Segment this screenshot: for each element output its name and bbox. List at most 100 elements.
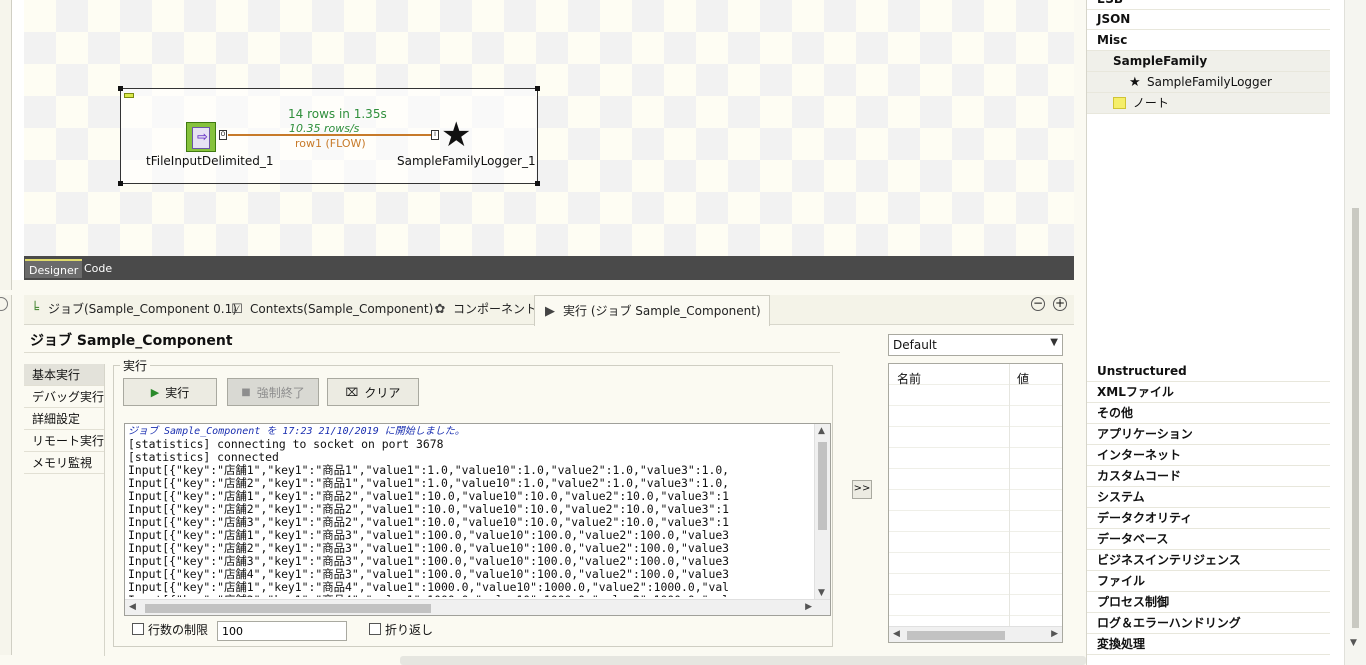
divider xyxy=(104,364,105,656)
tab-job-label: ジョブ(Sample_Component 0.1) xyxy=(48,302,237,316)
scroll-left-icon[interactable]: ◀ xyxy=(129,602,136,612)
palette-item[interactable]: データベース xyxy=(1087,529,1330,550)
palette-item[interactable]: 変換処理 xyxy=(1087,634,1330,655)
palette-item[interactable]: Unstructured xyxy=(1087,361,1330,382)
kill-button-label: 強制終了 xyxy=(256,385,305,400)
side-menu-basic-run[interactable]: 基本実行 xyxy=(24,364,105,386)
palette-item[interactable]: その他 xyxy=(1087,403,1330,424)
console-output[interactable]: ジョブ Sample_Component を 17:23 21/10/2019 … xyxy=(124,423,831,616)
palette-item[interactable]: ログ＆エラーハンドリング xyxy=(1087,613,1330,634)
tab-run[interactable]: ▶ 実行 (ジョブ Sample_Component) xyxy=(534,295,770,326)
palette-item-json[interactable]: JSON xyxy=(1087,9,1330,30)
context-select-value: Default xyxy=(893,338,937,352)
output-port[interactable]: O xyxy=(219,130,227,140)
palette-item[interactable]: XMLファイル xyxy=(1087,382,1330,403)
contexts-icon: ☑ xyxy=(231,302,243,317)
run-button-label: 実行 xyxy=(165,385,190,400)
limit-rows-checkbox[interactable] xyxy=(132,623,144,635)
component1-label[interactable]: tFileInputDelimited_1 xyxy=(146,154,274,168)
scroll-thumb[interactable] xyxy=(907,631,1005,640)
tab-job[interactable]: ╘ ジョブ(Sample_Component 0.1) xyxy=(28,295,237,324)
play-icon: ▶ xyxy=(150,385,160,399)
clear-icon: ⌧ xyxy=(345,385,359,399)
tab-contexts-label: Contexts(Sample_Component) xyxy=(250,302,434,316)
palette-item[interactable]: システム xyxy=(1087,487,1330,508)
context-table[interactable]: 名前 値 ◀ ▶ xyxy=(888,363,1063,643)
clear-button[interactable]: ⌧ クリア xyxy=(327,378,419,406)
subjob-box[interactable] xyxy=(118,86,540,186)
maximize-view-icon[interactable]: + xyxy=(1053,297,1067,311)
palette-item-samplefamily[interactable]: SampleFamily xyxy=(1087,51,1330,72)
flow-row-stats: 14 rows in 1.35s xyxy=(288,107,387,121)
tab-component-label: コンポーネント xyxy=(453,302,538,316)
palette-item[interactable]: ビジネスインテリジェンス xyxy=(1087,550,1330,571)
side-menu-advanced[interactable]: 詳細設定 xyxy=(24,408,105,430)
palette-item[interactable]: プロセス制御 xyxy=(1087,592,1330,613)
palette-item[interactable]: ファイル xyxy=(1087,571,1330,592)
tab-run-label: 実行 (ジョブ Sample_Component) xyxy=(563,303,761,318)
column-header-name[interactable]: 名前 xyxy=(897,370,921,387)
note-icon xyxy=(1113,97,1126,109)
palette-item-note[interactable]: ノート xyxy=(1087,93,1330,114)
context-select[interactable]: Default ▼ xyxy=(888,334,1063,356)
scroll-thumb[interactable] xyxy=(145,604,431,613)
palette-scrollbar[interactable] xyxy=(1344,0,1366,665)
console-vertical-scrollbar[interactable]: ▲ ▼ xyxy=(814,424,830,600)
minimize-view-icon[interactable]: − xyxy=(1031,297,1045,311)
palette-item[interactable]: アプリケーション xyxy=(1087,424,1330,445)
scroll-right-icon[interactable]: ▶ xyxy=(805,602,812,612)
palette-item[interactable]: データクオリティ xyxy=(1087,508,1330,529)
resize-handle[interactable] xyxy=(535,181,540,186)
palette-item-misc[interactable]: Misc xyxy=(1087,30,1330,51)
palette-icon: ✿ xyxy=(434,302,446,317)
view-tab-bar: ╘ ジョブ(Sample_Component 0.1) ☑ Contexts(S… xyxy=(24,295,1074,326)
scroll-thumb[interactable] xyxy=(1352,208,1359,628)
tab-code[interactable]: Code xyxy=(80,259,116,278)
palette-item[interactable]: インターネット xyxy=(1087,445,1330,466)
execution-group-legend: 実行 xyxy=(120,357,151,374)
side-menu-remote-run[interactable]: リモート実行 xyxy=(24,430,105,452)
run-button[interactable]: ▶ 実行 xyxy=(123,378,217,406)
resize-handle[interactable] xyxy=(118,86,123,91)
tab-contexts[interactable]: ☑ Contexts(Sample_Component) xyxy=(230,295,433,324)
palette-item-samplefamilylogger[interactable]: ★ SampleFamilyLogger xyxy=(1087,72,1330,93)
left-panel-strip xyxy=(0,0,12,290)
main-horizontal-scrollbar[interactable] xyxy=(400,656,1086,665)
input-port[interactable]: I xyxy=(431,130,439,140)
component-palette: ESB JSON Misc SampleFamily ★ SampleFamil… xyxy=(1086,0,1344,665)
limit-rows-label: 行数の制限 xyxy=(148,623,209,637)
component2-label[interactable]: SampleFamilyLogger_1 xyxy=(397,154,536,168)
side-menu-debug-run[interactable]: デバッグ実行 xyxy=(24,386,105,408)
star-icon: ★ xyxy=(1129,75,1141,90)
star-component-icon[interactable]: ★ xyxy=(441,118,471,152)
console-horizontal-scrollbar[interactable]: ◀ ▶ xyxy=(125,599,830,615)
page-title: ジョブ Sample_Component xyxy=(30,333,233,349)
subjob-collapse-toggle[interactable] xyxy=(124,93,134,98)
scroll-right-icon[interactable]: ▶ xyxy=(1051,629,1058,639)
clear-button-label: クリア xyxy=(364,385,401,400)
scroll-down-icon[interactable]: ▼ xyxy=(818,588,825,598)
left-panel-strip-bottom xyxy=(0,295,12,655)
side-menu-memory[interactable]: メモリ監視 xyxy=(24,452,105,474)
tab-designer[interactable]: Designer xyxy=(25,259,83,278)
scroll-down-icon[interactable]: ▼ xyxy=(1350,638,1357,648)
kill-button[interactable]: ■ 強制終了 xyxy=(227,378,319,406)
palette-item[interactable]: カスタムコード xyxy=(1087,466,1330,487)
scroll-thumb[interactable] xyxy=(818,442,827,530)
run-icon: ▶ xyxy=(545,303,555,319)
context-table-scrollbar[interactable]: ◀ ▶ xyxy=(889,626,1062,642)
divider xyxy=(24,352,840,353)
column-divider xyxy=(1009,364,1010,626)
flow-name-label[interactable]: row1 (FLOW) xyxy=(295,137,366,150)
resize-handle[interactable] xyxy=(535,86,540,91)
add-to-context-button[interactable]: >> xyxy=(852,480,872,499)
scroll-up-icon[interactable]: ▲ xyxy=(818,426,825,436)
wrap-checkbox[interactable] xyxy=(369,623,381,635)
column-header-value[interactable]: 値 xyxy=(1017,370,1029,387)
limit-rows-input[interactable] xyxy=(217,621,347,641)
tab-component[interactable]: ✿ コンポーネント xyxy=(433,295,537,324)
file-input-delimited-icon[interactable]: ⇨ xyxy=(186,122,216,152)
resize-handle[interactable] xyxy=(118,181,123,186)
scroll-left-icon[interactable]: ◀ xyxy=(893,629,900,639)
console-lines: ジョブ Sample_Component を 17:23 21/10/2019 … xyxy=(128,425,818,597)
